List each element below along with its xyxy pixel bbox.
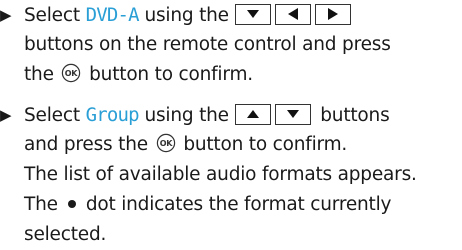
step2-item-group: Group [85, 104, 140, 126]
step2-selected-text: selected. [24, 224, 107, 245]
step1-select-text: Select [24, 5, 80, 26]
step2-press-text: and press the [24, 134, 148, 155]
step2-the-text: The [24, 194, 58, 215]
step-bullet-icon: ▶ [0, 6, 12, 24]
step2-line5: selected. [24, 220, 106, 250]
step2-key-group [234, 103, 315, 125]
selection-dot-icon [67, 199, 76, 208]
step1-confirm-text: button to confirm. [89, 64, 253, 85]
step2-using-text: using the [144, 105, 229, 126]
step2-buttons-text: buttons [320, 105, 390, 126]
step2-confirm-text: button to confirm. [183, 134, 348, 155]
right-arrow-key-icon [314, 3, 351, 25]
step2-line4: The dot indicates the format currently [24, 190, 391, 220]
step1-item-dvd-a: DVD-A [85, 4, 140, 26]
step2-result-text: The list of available audio formats appe… [24, 164, 417, 185]
step2-select-text: Select [24, 105, 80, 126]
step2-line1: Select Group using the buttons [24, 100, 390, 130]
instruction-document: ▶ Select DVD-A using the buttons on the … [0, 0, 462, 249]
step2-dot-text: dot indicates the format currently [85, 194, 392, 215]
ok-icon-label: OK [65, 69, 79, 78]
step-bullet-icon: ▶ [0, 106, 12, 124]
step1-buttons-text: buttons on the remote control and press [24, 34, 391, 55]
step1-key-group [234, 3, 355, 25]
down-arrow-key-icon [234, 3, 271, 25]
ok-button-icon: OK [156, 133, 175, 153]
step1-line2: buttons on the remote control and press [24, 30, 391, 60]
step2-line3: The list of available audio formats appe… [24, 160, 417, 190]
ok-icon-label: OK [159, 139, 173, 148]
left-arrow-key-icon [274, 3, 311, 25]
step1-line1: Select DVD-A using the [24, 0, 355, 30]
step2-line2: and press the OK button to confirm. [24, 130, 347, 160]
step1-using-text: using the [144, 5, 229, 26]
step1-the-text: the [24, 64, 54, 85]
ok-button-icon: OK [62, 63, 81, 83]
up-arrow-key-icon [234, 103, 271, 125]
down-arrow-key-icon [274, 103, 311, 125]
step1-line3: the OK button to confirm. [24, 60, 253, 90]
